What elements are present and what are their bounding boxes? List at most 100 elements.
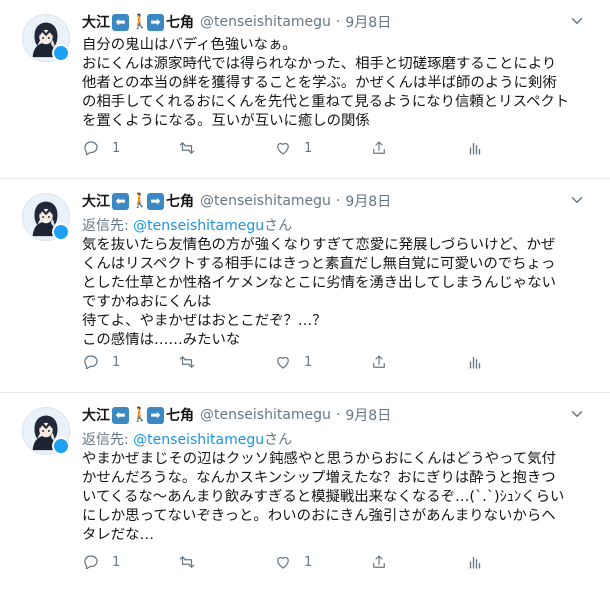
tweet-text-line: くんはリスペクトする相手にはきっと素直だし無自覚に可愛いのでちょっ xyxy=(82,256,556,272)
chevron-down-icon[interactable] xyxy=(568,191,586,209)
like-count: 1 xyxy=(304,140,313,156)
like-count: 1 xyxy=(304,354,313,370)
reply-to-suffix: さん xyxy=(264,432,293,448)
tweet-text-line: おにくんは源家時代では得られなかった、相手と切磋琢磨することにより xyxy=(82,56,557,72)
tweet[interactable]: 大江 ⬅ 🚶 ➡ 七角 @tenseishitamegu · 9月8日 返信先: @tensei… xyxy=(0,393,610,593)
tweet-text-line: にしか思ってないぞきっと。わいのおにきん強引さがあんまりないからヘ xyxy=(82,508,556,524)
analytics-icon xyxy=(466,353,484,371)
reply-to-label: 返信先: xyxy=(82,432,134,448)
display-name-suffix[interactable]: 七角 xyxy=(166,191,194,211)
reply-count: 1 xyxy=(112,140,121,156)
reply-to-handle[interactable]: @tenseishitamegu xyxy=(133,218,264,234)
tweet-text-line: いてくるな～あんまり飲みすぎると模擬戦出来なくなるぞ…(ˋ.ˋ)ｼｭﾝくらい xyxy=(82,489,565,505)
display-name-suffix[interactable]: 七角 xyxy=(166,405,194,425)
reply-button[interactable]: 1 xyxy=(82,139,178,157)
analytics-button[interactable] xyxy=(466,139,562,157)
display-name[interactable]: 大江 xyxy=(82,191,110,211)
tweet-actions: 11 xyxy=(82,353,562,371)
tweet-actions: 11 xyxy=(82,139,562,157)
left-arrow-emoji: ⬅ xyxy=(112,192,129,210)
tweet-text: 気を抜いたら友情色の方が強くなりすぎて恋愛に発展しづらいけど、かぜ くんはリスペク… xyxy=(82,236,590,350)
analytics-button[interactable] xyxy=(466,553,562,571)
tweet-text: 自分の鬼山はバディ色強いなぁ。おにくんは源家時代では得られなかった、相手と切磋琢… xyxy=(82,36,590,131)
reply-icon xyxy=(82,553,100,571)
left-arrow-emoji: ⬅ xyxy=(112,406,129,424)
like-icon xyxy=(274,139,292,157)
walking-person-emoji: 🚶 xyxy=(131,192,149,209)
display-name[interactable]: 大江 xyxy=(82,405,110,425)
tweet-text-line: 他者との本当の絆を獲得することを学ぶ。かぜくんは半ば師のように剣術 xyxy=(82,75,557,91)
tweet-text-line: 気を抜いたら友情色の方が強くなりすぎて恋愛に発展しづらいけど、かぜ xyxy=(82,237,556,253)
retweet-button[interactable] xyxy=(178,553,274,571)
right-arrow-emoji: ➡ xyxy=(147,406,164,424)
tweet-text-line: かせんだろうな。なんかスキンシップ増えたな？おにぎりは酔うと抱きつ xyxy=(82,470,556,486)
left-arrow-emoji: ⬅ xyxy=(112,13,129,31)
tweet-text-line: この感情は……みたいな xyxy=(82,332,241,348)
display-name[interactable]: 大江 xyxy=(82,12,110,32)
tweet-text-line: ですかねおにくんは xyxy=(82,294,212,310)
tweet-header: 大江 ⬅ 🚶 ➡ 七角 @tenseishitamegu · 9月8日 xyxy=(82,12,570,32)
tweet-text-line: やまかぜまじその辺はクッソ鈍感やと思うからおにくんはどうやって気付 xyxy=(82,451,556,467)
reply-count: 1 xyxy=(112,354,121,370)
separator: · xyxy=(335,14,341,30)
retweet-button[interactable] xyxy=(178,353,274,371)
share-button[interactable] xyxy=(370,353,466,371)
retweet-icon xyxy=(178,553,196,571)
user-handle[interactable]: @tenseishitamegu xyxy=(200,193,331,209)
avatar-badge-icon xyxy=(52,44,70,62)
reply-to: 返信先: @tenseishitameguさん xyxy=(82,215,292,235)
display-name-suffix[interactable]: 七角 xyxy=(166,12,194,32)
like-button[interactable]: 1 xyxy=(274,139,370,157)
analytics-icon xyxy=(466,553,484,571)
separator: · xyxy=(335,193,341,209)
like-count: 1 xyxy=(304,554,313,570)
walking-person-emoji: 🚶 xyxy=(131,13,149,30)
share-icon xyxy=(370,553,388,571)
walking-person-emoji: 🚶 xyxy=(131,406,149,423)
retweet-button[interactable] xyxy=(178,139,274,157)
tweet-date[interactable]: 9月8日 xyxy=(345,12,391,32)
tweet-text-line: 自分の鬼山はバディ色強いなぁ。 xyxy=(82,37,297,53)
tweet-text-line: 待てよ、やまかぜはおとこだぞ？…？ xyxy=(82,313,327,329)
tweet-text-line: とした仕草とか性格イケメンなとこに劣情を湧き出してしまうんじゃない xyxy=(82,275,557,291)
reply-to-handle[interactable]: @tenseishitamegu xyxy=(133,432,264,448)
tweet-text-line: を置くようになる。互いが互いに癒しの関係 xyxy=(82,113,370,129)
chevron-down-icon[interactable] xyxy=(568,405,586,423)
share-icon xyxy=(370,353,388,371)
tweet-date[interactable]: 9月8日 xyxy=(345,191,391,211)
reply-to: 返信先: @tenseishitameguさん xyxy=(82,429,292,449)
tweet-header: 大江 ⬅ 🚶 ➡ 七角 @tenseishitamegu · 9月8日 xyxy=(82,405,570,425)
chevron-down-icon[interactable] xyxy=(568,12,586,30)
tweet[interactable]: 大江 ⬅ 🚶 ➡ 七角 @tenseishitamegu · 9月8日 返信先: @tensei… xyxy=(0,179,610,393)
tweet[interactable]: 大江 ⬅ 🚶 ➡ 七角 @tenseishitamegu · 9月8日自分の鬼山はバディ色強い… xyxy=(0,0,610,179)
tweet-text-line: の相手してくれるおにくんを先代と重ねて見るようになり信頼とリスペクト xyxy=(82,94,570,110)
reply-to-suffix: さん xyxy=(264,218,293,234)
user-handle[interactable]: @tenseishitamegu xyxy=(200,14,331,30)
share-button[interactable] xyxy=(370,553,466,571)
like-icon xyxy=(274,553,292,571)
retweet-icon xyxy=(178,353,196,371)
like-button[interactable]: 1 xyxy=(274,353,370,371)
tweet-text-line: タレだな… xyxy=(82,527,154,543)
share-button[interactable] xyxy=(370,139,466,157)
reply-button[interactable]: 1 xyxy=(82,553,178,571)
reply-button[interactable]: 1 xyxy=(82,353,178,371)
avatar-badge-icon xyxy=(52,223,70,241)
share-icon xyxy=(370,139,388,157)
tweet-date[interactable]: 9月8日 xyxy=(345,405,391,425)
analytics-button[interactable] xyxy=(466,353,562,371)
right-arrow-emoji: ➡ xyxy=(147,13,164,31)
reply-icon xyxy=(82,353,100,371)
right-arrow-emoji: ➡ xyxy=(147,192,164,210)
analytics-icon xyxy=(466,139,484,157)
retweet-icon xyxy=(178,139,196,157)
user-handle[interactable]: @tenseishitamegu xyxy=(200,407,331,423)
like-icon xyxy=(274,353,292,371)
like-button[interactable]: 1 xyxy=(274,553,370,571)
tweet-header: 大江 ⬅ 🚶 ➡ 七角 @tenseishitamegu · 9月8日 xyxy=(82,191,570,211)
separator: · xyxy=(335,407,341,423)
tweet-actions: 11 xyxy=(82,553,562,571)
reply-to-label: 返信先: xyxy=(82,218,134,234)
tweet-text: やまかぜまじその辺はクッソ鈍感やと思うからおにくんはどうやって気付 かせんだろうな… xyxy=(82,450,590,545)
avatar-badge-icon xyxy=(52,437,70,455)
